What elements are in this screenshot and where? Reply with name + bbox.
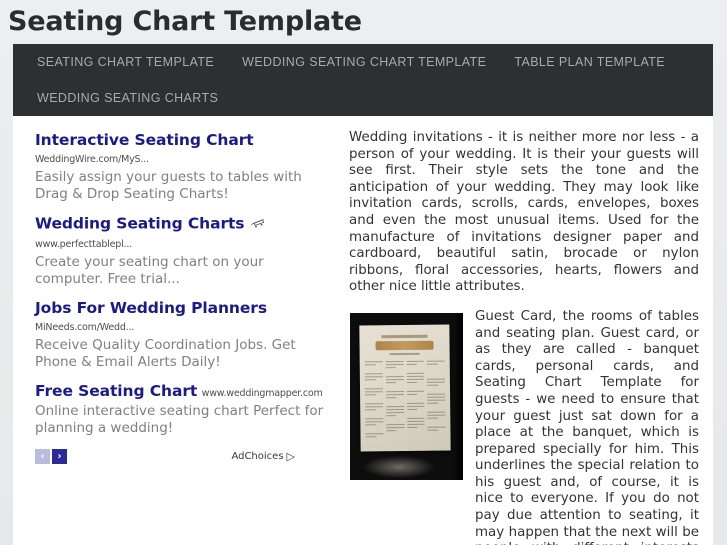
ad-footer: ‹ › AdChoices ▷ — [35, 449, 295, 464]
ad-title-link[interactable]: Jobs For Wedding Planners — [35, 299, 267, 317]
article-lead-column: Wedding invitations - it is neither more… — [349, 130, 699, 309]
nav-row-secondary: WEDDING SEATING CHARTS — [13, 80, 713, 116]
content-area: Interactive Seating Chart WeddingWire.co… — [13, 116, 713, 545]
page-title: Seating Chart Template — [8, 6, 362, 37]
site-header: Seating Chart Template — [0, 0, 727, 44]
adchoices-link[interactable]: AdChoices ▷ — [231, 451, 295, 462]
ad-title-line: Interactive Seating Chart WeddingWire.co… — [35, 132, 335, 168]
ad-title-link[interactable]: Free Seating Chart — [35, 382, 197, 400]
ad-url: www.weddingmapper.com — [201, 388, 323, 399]
nav-row-primary: SEATING CHART TEMPLATE WEDDING SEATING C… — [13, 44, 713, 80]
ad-description: Create your seating chart on your comput… — [35, 254, 264, 287]
nav-item-seating-chart-template[interactable]: SEATING CHART TEMPLATE — [23, 44, 228, 80]
ad-url: www.perfecttablepl... — [35, 239, 132, 250]
ad-title-line: Jobs For Wedding Planners MiNeeds.com/We… — [35, 300, 335, 336]
seating-chart-card-image — [359, 324, 451, 452]
ad-unit: Interactive Seating Chart WeddingWire.co… — [35, 132, 335, 202]
shopping-cart-icon — [251, 215, 265, 232]
ad-next-button[interactable]: › — [52, 449, 67, 464]
ad-description: Receive Quality Coordination Jobs. Get P… — [35, 337, 296, 370]
ad-unit: Wedding Seating Charts www.perfecttablep… — [35, 215, 335, 287]
article-paragraph-1: Wedding invitations - it is neither more… — [349, 130, 699, 295]
nav-item-wedding-seating-charts[interactable]: WEDDING SEATING CHARTS — [23, 80, 232, 116]
ad-title-link[interactable]: Interactive Seating Chart — [35, 131, 254, 149]
ad-unit: Jobs For Wedding Planners MiNeeds.com/We… — [35, 300, 335, 370]
ad-description: Easily assign your guests to tables with… — [35, 169, 302, 202]
ad-url: WeddingWire.com/MyS... — [35, 154, 149, 165]
main-navigation: SEATING CHART TEMPLATE WEDDING SEATING C… — [13, 44, 713, 116]
adchoices-label: AdChoices — [231, 451, 284, 462]
seating-chart-photo — [350, 312, 463, 480]
ad-description: Online interactive seating chart Perfect… — [35, 403, 324, 436]
ad-prev-button[interactable]: ‹ — [35, 449, 50, 464]
ad-title-line: Free Seating Chart www.weddingmapper.com — [35, 383, 335, 402]
page-root: Seating Chart Template SEATING CHART TEM… — [0, 0, 727, 545]
nav-item-table-plan-template[interactable]: TABLE PLAN TEMPLATE — [500, 44, 679, 80]
adchoices-arrow-icon: ▷ — [286, 450, 295, 463]
ad-unit: Free Seating Chart www.weddingmapper.com… — [35, 383, 335, 436]
advertisement-block: Interactive Seating Chart WeddingWire.co… — [35, 130, 335, 464]
ad-title-line: Wedding Seating Charts www.perfecttablep… — [35, 215, 335, 253]
ad-pagination: ‹ › — [35, 449, 67, 464]
nav-item-wedding-seating-chart-template[interactable]: WEDDING SEATING CHART TEMPLATE — [228, 44, 500, 80]
ad-title-link[interactable]: Wedding Seating Charts — [35, 215, 245, 233]
article-paragraph-2: Guest Card, the rooms of tables and seat… — [475, 308, 699, 545]
ad-url: MiNeeds.com/Wedd... — [35, 322, 135, 333]
